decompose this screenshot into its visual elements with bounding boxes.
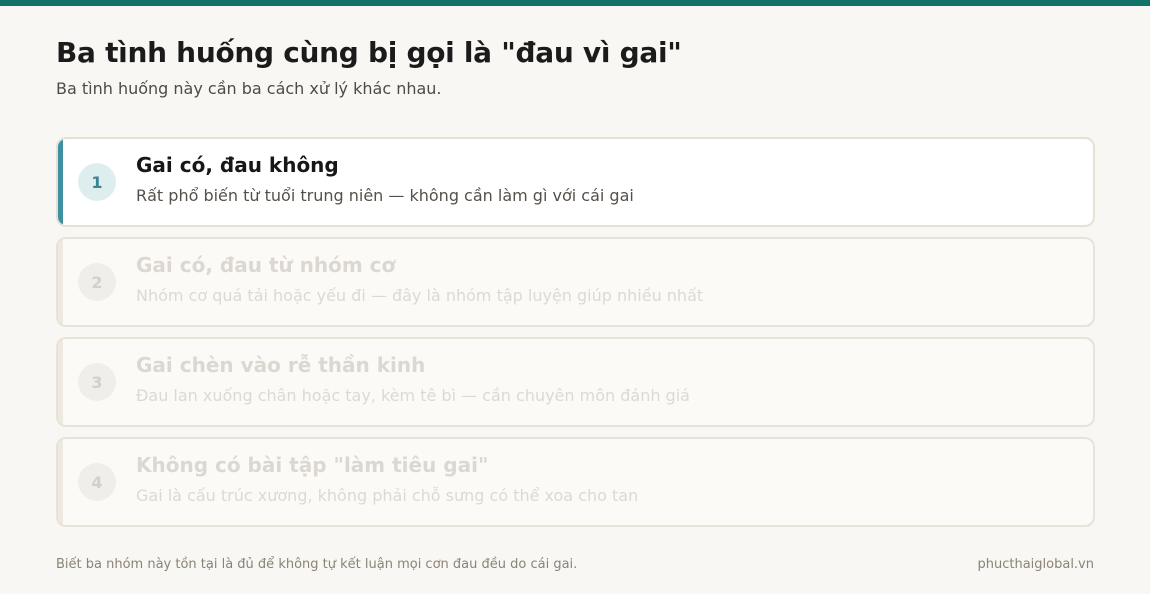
situation-card-2[interactable]: 2 Gai có, đau từ nhóm cơ Nhóm cơ quá tải… — [56, 237, 1095, 327]
step-number-badge: 1 — [78, 163, 116, 201]
card-description: Rất phổ biến từ tuổi trung niên — không … — [136, 186, 634, 205]
card-title: Gai có, đau không — [136, 153, 339, 177]
step-number-badge: 4 — [78, 463, 116, 501]
card-title: Gai có, đau từ nhóm cơ — [136, 253, 396, 277]
situation-list: 1 Gai có, đau không Rất phổ biến từ tuổi… — [56, 137, 1095, 537]
card-accent-stripe — [58, 439, 63, 525]
situation-card-4[interactable]: 4 Không có bài tập "làm tiêu gai" Gai là… — [56, 437, 1095, 527]
footer-note: Biết ba nhóm này tồn tại là đủ để không … — [56, 557, 578, 572]
situation-card-3[interactable]: 3 Gai chèn vào rễ thần kinh Đau lan xuốn… — [56, 337, 1095, 427]
card-accent-stripe — [58, 139, 63, 225]
top-accent-bar — [0, 0, 1150, 6]
card-title: Gai chèn vào rễ thần kinh — [136, 353, 426, 377]
card-description: Đau lan xuống chân hoặc tay, kèm tê bì —… — [136, 386, 690, 405]
step-number-badge: 3 — [78, 363, 116, 401]
situation-card-1[interactable]: 1 Gai có, đau không Rất phổ biến từ tuổi… — [56, 137, 1095, 227]
page-subtitle: Ba tình huống này cần ba cách xử lý khác… — [56, 79, 442, 98]
step-number-badge: 2 — [78, 263, 116, 301]
card-accent-stripe — [58, 339, 63, 425]
card-description: Gai là cấu trúc xương, không phải chỗ sư… — [136, 486, 639, 505]
card-description: Nhóm cơ quá tải hoặc yếu đi — đây là nhó… — [136, 286, 704, 305]
card-title: Không có bài tập "làm tiêu gai" — [136, 453, 489, 477]
page-title: Ba tình huống cùng bị gọi là "đau vì gai… — [56, 36, 682, 69]
footer-site-link[interactable]: phucthaiglobal.vn — [977, 557, 1094, 572]
card-accent-stripe — [58, 239, 63, 325]
